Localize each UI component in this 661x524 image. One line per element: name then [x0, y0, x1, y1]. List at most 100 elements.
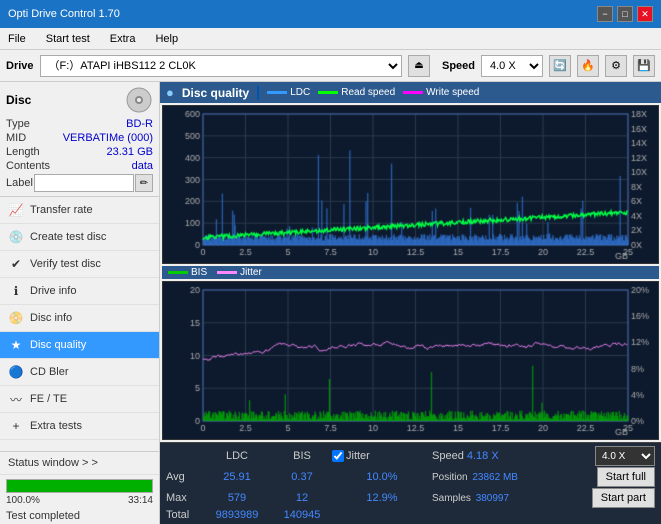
fe-te-icon: 〰 [8, 391, 24, 407]
nav-label-transfer-rate: Transfer rate [30, 204, 93, 216]
nav-label-fe-te: FE / TE [30, 393, 67, 405]
jitter-checkbox-row: Jitter [332, 450, 432, 462]
speed-label: Speed [442, 60, 475, 72]
charts-container: BIS Jitter [160, 103, 661, 442]
chart-title: Disc quality [182, 86, 249, 100]
sidebar-item-create-test-disc[interactable]: 💿 Create test disc [0, 224, 159, 251]
sidebar-item-drive-info[interactable]: ℹ Drive info [0, 278, 159, 305]
max-jitter: 12.9% [332, 492, 432, 504]
legend-read-speed-label: Read speed [341, 87, 395, 98]
disc-type-row: Type BD-R [6, 118, 153, 130]
legend-read-speed: Read speed [318, 87, 395, 98]
type-val: BD-R [126, 118, 153, 130]
minimize-button[interactable]: − [597, 6, 613, 22]
main-layout: Disc Type BD-R MID VERBATIMe (000) Lengt… [0, 82, 661, 524]
extra-tests-icon: + [8, 418, 24, 434]
bottom-chart [162, 281, 659, 440]
sidebar-item-extra-tests[interactable]: + Extra tests [0, 413, 159, 440]
legend-bis: BIS [168, 267, 207, 278]
mid-key: MID [6, 132, 26, 144]
mid-val: VERBATIMe (000) [63, 132, 153, 144]
legend-ldc: LDC [267, 87, 310, 98]
label-input[interactable] [34, 174, 134, 192]
jitter-checkbox[interactable] [332, 450, 344, 462]
sidebar-bottom: Status window > > 100.0% 33:14 Test comp… [0, 451, 159, 524]
speed-select-stats[interactable]: 4.0 X [595, 446, 655, 466]
disc-panel: Disc Type BD-R MID VERBATIMe (000) Lengt… [0, 82, 159, 197]
menubar: File Start test Extra Help [0, 28, 661, 50]
menu-file[interactable]: File [4, 31, 30, 47]
start-part-button[interactable]: Start part [592, 488, 655, 508]
close-button[interactable]: ✕ [637, 6, 653, 22]
legend-write-speed: Write speed [403, 87, 479, 98]
status-window-button[interactable]: Status window > > [0, 452, 159, 475]
status-text: Test completed [0, 508, 159, 524]
legend-jitter-label: Jitter [240, 267, 262, 278]
disc-label-row: Label ✏ [6, 174, 153, 192]
legend-ldc-label: LDC [290, 87, 310, 98]
total-bis: 140945 [272, 509, 332, 521]
drive-label: Drive [6, 60, 34, 72]
nav-label-create-test-disc: Create test disc [30, 231, 106, 243]
disc-contents-row: Contents data [6, 160, 153, 172]
top-chart [162, 105, 659, 264]
bottom-chart-legend: BIS Jitter [162, 266, 659, 279]
sidebar-item-disc-quality[interactable]: ★ Disc quality [0, 332, 159, 359]
length-val: 23.31 GB [107, 146, 153, 158]
create-test-disc-icon: 💿 [8, 229, 24, 245]
sidebar: Disc Type BD-R MID VERBATIMe (000) Lengt… [0, 82, 160, 524]
label-key: Label [6, 177, 33, 189]
jitter-col-header: Jitter [346, 450, 370, 462]
disc-icon [125, 86, 153, 114]
status-window-label: Status window > > [8, 457, 98, 469]
bottom-chart-canvas [163, 282, 658, 439]
menu-help[interactable]: Help [151, 31, 182, 47]
avg-ldc: 25.91 [202, 471, 272, 483]
disc-label: Disc [6, 93, 31, 107]
titlebar-controls: − □ ✕ [597, 6, 653, 22]
refresh-button[interactable]: 🔄 [549, 55, 571, 77]
menu-extra[interactable]: Extra [106, 31, 140, 47]
speed-select[interactable]: 4.0 X 8.0 X 12.0 X [481, 55, 543, 77]
maximize-button[interactable]: □ [617, 6, 633, 22]
start-full-button[interactable]: Start full [597, 467, 655, 487]
disc-info-icon: 📀 [8, 310, 24, 326]
progress-fill [7, 480, 152, 492]
avg-jitter: 10.0% [332, 471, 432, 483]
sidebar-item-transfer-rate[interactable]: 📈 Transfer rate [0, 197, 159, 224]
samples-label: Samples [432, 493, 471, 504]
settings-button[interactable]: ⚙ [605, 55, 627, 77]
contents-val: data [132, 160, 153, 172]
drive-select[interactable]: （F:）ATAPI iHBS112 2 CL0K [40, 55, 402, 77]
transfer-rate-icon: 📈 [8, 202, 24, 218]
nav-label-drive-info: Drive info [30, 285, 76, 297]
nav-label-verify-test-disc: Verify test disc [30, 258, 101, 270]
menu-start-test[interactable]: Start test [42, 31, 94, 47]
contents-key: Contents [6, 160, 50, 172]
sidebar-item-verify-test-disc[interactable]: ✔ Verify test disc [0, 251, 159, 278]
legend-write-speed-label: Write speed [426, 87, 479, 98]
sidebar-item-cd-bler[interactable]: 🔵 CD Bler [0, 359, 159, 386]
sidebar-item-disc-info[interactable]: 📀 Disc info [0, 305, 159, 332]
avg-bis: 0.37 [272, 471, 332, 483]
sidebar-item-fe-te[interactable]: 〰 FE / TE [0, 386, 159, 413]
max-bis: 12 [272, 492, 332, 504]
save-button[interactable]: 💾 [633, 55, 655, 77]
cd-bler-icon: 🔵 [8, 364, 24, 380]
position-val: 23862 MB [472, 472, 518, 483]
nav-label-extra-tests: Extra tests [30, 420, 82, 432]
nav-label-cd-bler: CD Bler [30, 366, 69, 378]
disc-length-row: Length 23.31 GB [6, 146, 153, 158]
disc-mid-row: MID VERBATIMe (000) [6, 132, 153, 144]
label-edit-button[interactable]: ✏ [135, 174, 153, 192]
progress-text: 100.0% [6, 495, 40, 506]
nav-label-disc-info: Disc info [30, 312, 72, 324]
max-ldc: 579 [202, 492, 272, 504]
position-label: Position [432, 472, 468, 483]
progress-bar [6, 479, 153, 493]
eject-button[interactable]: ⏏ [408, 55, 430, 77]
disc-quality-icon: ★ [8, 337, 24, 353]
length-key: Length [6, 146, 40, 158]
progress-area: 100.0% 33:14 [0, 475, 159, 508]
burn-button[interactable]: 🔥 [577, 55, 599, 77]
